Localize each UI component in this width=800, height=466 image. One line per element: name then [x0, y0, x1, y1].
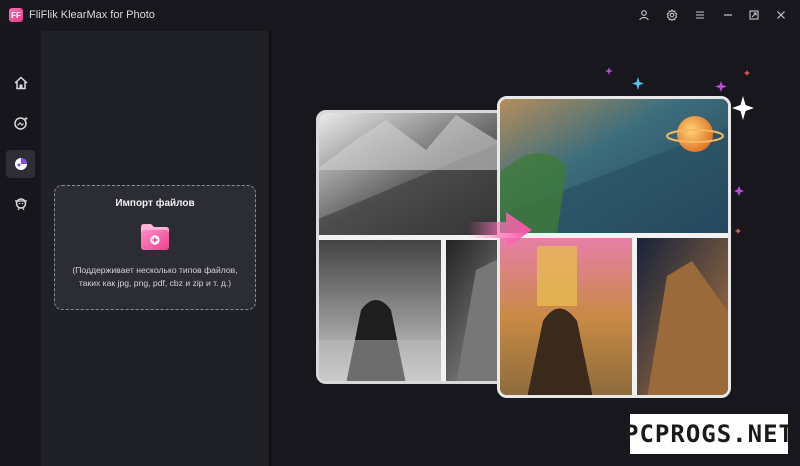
face-enhance-icon — [14, 198, 27, 211]
settings-icon[interactable] — [664, 7, 680, 23]
import-description: (Поддерживает несколько типов файлов, та… — [72, 265, 238, 288]
home-icon — [13, 76, 28, 90]
app-title: FliFlik KlearMax for Photo — [29, 9, 155, 21]
anime-colorize-icon — [14, 158, 27, 170]
app-logo-text: FF — [11, 10, 21, 20]
app-logo-icon: FF — [9, 8, 23, 22]
rail-item-face-enhance[interactable] — [6, 189, 35, 217]
import-title: Импорт файлов — [115, 198, 195, 209]
navigation-rail — [0, 31, 41, 466]
menu-icon[interactable] — [692, 7, 708, 23]
account-icon[interactable] — [636, 7, 652, 23]
minimize-icon[interactable] — [720, 7, 736, 23]
add-folder-icon — [141, 224, 169, 250]
rail-item-home[interactable] — [6, 69, 35, 97]
title-bar: FF FliFlik KlearMax for Photo — [0, 0, 800, 31]
arrow-right-icon — [468, 212, 532, 248]
import-dropzone[interactable]: Импорт файлов (Поддерживает несколько ти… — [54, 185, 256, 310]
close-icon[interactable] — [773, 7, 789, 23]
photo-enhance-icon — [13, 116, 28, 130]
rail-item-anime-colorize[interactable] — [6, 150, 35, 178]
watermark: PCPROGS.NET — [624, 414, 793, 454]
rail-item-photo-enhance[interactable] — [6, 109, 35, 137]
maximize-icon[interactable] — [746, 7, 762, 23]
